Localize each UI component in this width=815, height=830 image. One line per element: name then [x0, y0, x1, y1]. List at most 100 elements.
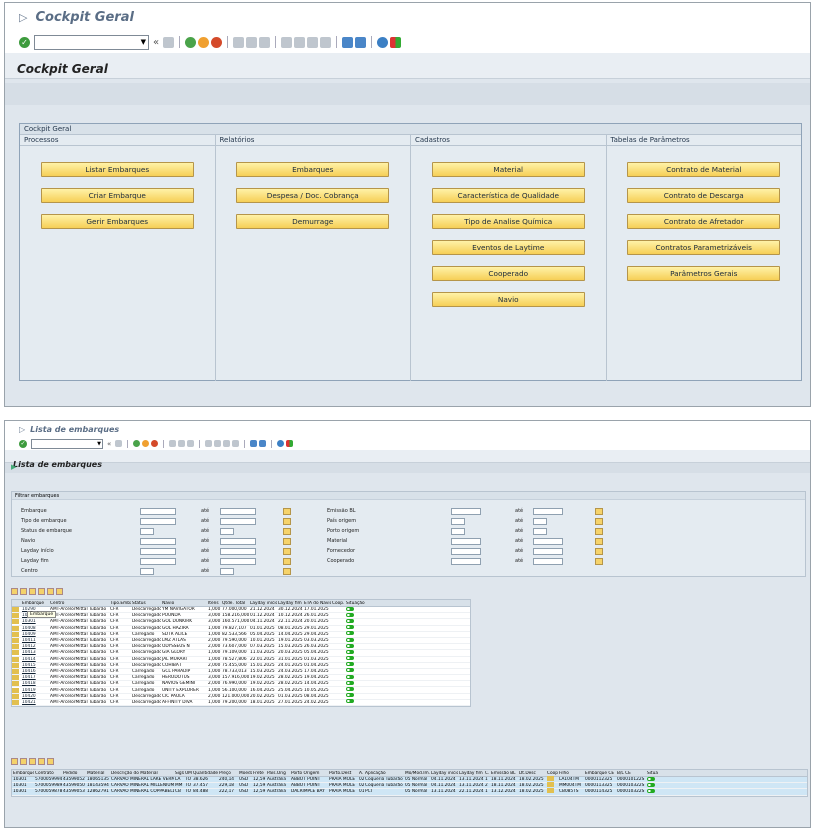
- multiple-selection-icon[interactable]: [595, 518, 603, 525]
- table-cell[interactable]: 10416: [21, 669, 49, 674]
- export-icon[interactable]: [56, 588, 63, 595]
- table-cell[interactable]: 10421: [21, 700, 49, 705]
- table-cell[interactable]: 10414: [21, 657, 49, 662]
- row-select-icon[interactable]: [12, 613, 19, 619]
- column-header[interactable]: Centro: [49, 601, 109, 606]
- filter-to-input[interactable]: [533, 558, 563, 565]
- back-nav-icon[interactable]: [133, 440, 141, 447]
- contratos-parametrizaveis-button[interactable]: Contratos Parametrizáveis: [627, 240, 781, 255]
- enter-icon[interactable]: ✓: [19, 36, 30, 48]
- filter-from-input[interactable]: [140, 568, 154, 575]
- row-select-icon[interactable]: [12, 638, 19, 644]
- filter-from-input[interactable]: [140, 518, 176, 525]
- new-session-icon[interactable]: [250, 440, 258, 447]
- row-select-icon[interactable]: [12, 693, 19, 699]
- last-page-icon[interactable]: [232, 440, 240, 447]
- find-icon[interactable]: [178, 440, 186, 447]
- multiple-selection-icon[interactable]: [595, 508, 603, 515]
- gerir-embarques-button[interactable]: Gerir Embarques: [40, 214, 194, 229]
- table-row[interactable]: 10301 5700059878 43599053 12862791 CARVÃO MI…: [12, 788, 807, 796]
- multiple-selection-icon[interactable]: [595, 528, 603, 535]
- filter-from-input[interactable]: [140, 538, 176, 545]
- last-page-icon[interactable]: [320, 36, 332, 48]
- filter-icon[interactable]: [38, 588, 45, 595]
- filter-to-input[interactable]: [220, 558, 256, 565]
- back-nav-icon[interactable]: [185, 36, 197, 48]
- details-icon[interactable]: [11, 758, 18, 765]
- filter-to-input[interactable]: [220, 528, 234, 535]
- column-header[interactable]: Contrato: [34, 771, 62, 776]
- filter-to-input[interactable]: [220, 568, 234, 575]
- table-cell[interactable]: 10415: [21, 663, 49, 668]
- filter-from-input[interactable]: [140, 528, 154, 535]
- next-page-icon[interactable]: [223, 440, 231, 447]
- row-select-icon[interactable]: [12, 668, 19, 674]
- cooperado-icon[interactable]: [547, 782, 554, 788]
- material-button[interactable]: Material: [431, 162, 585, 177]
- row-select-icon[interactable]: [12, 675, 19, 681]
- shortcut-icon[interactable]: [355, 36, 367, 48]
- column-header[interactable]: Embarque: [21, 601, 49, 606]
- filter-to-input[interactable]: [220, 548, 256, 555]
- table-cell[interactable]: 10409: [21, 632, 49, 637]
- multiple-selection-icon[interactable]: [595, 558, 603, 565]
- prev-page-icon[interactable]: [294, 36, 306, 48]
- command-field[interactable]: ▼: [31, 438, 103, 449]
- column-header[interactable]: Sigla: [174, 771, 184, 776]
- column-header[interactable]: Moeda: [238, 771, 252, 776]
- row-select-icon[interactable]: [12, 619, 19, 625]
- contrato-descarga-button[interactable]: Contrato de Descarga: [627, 188, 781, 203]
- column-header[interactable]: Porto.Dest: [328, 771, 358, 776]
- multiple-selection-icon[interactable]: [595, 538, 603, 545]
- filter-from-input[interactable]: [451, 518, 465, 525]
- column-header[interactable]: Situação: [345, 601, 369, 606]
- column-header[interactable]: Embarque CE: [584, 771, 616, 776]
- filter-to-input[interactable]: [533, 528, 547, 535]
- column-header[interactable]: Coop.: [331, 601, 345, 606]
- tipo-analise-quimica-button[interactable]: Tipo de Analise Química: [431, 214, 585, 229]
- column-header[interactable]: Qtde. Total: [221, 601, 249, 606]
- column-header[interactable]: Itens: [207, 601, 221, 606]
- column-header[interactable]: Navio: [161, 601, 207, 606]
- layout-menu-icon[interactable]: [390, 36, 402, 48]
- window-menu-icon[interactable]: ▷: [19, 425, 25, 434]
- cooperado-button[interactable]: Cooperado: [431, 266, 585, 281]
- embarques-report-button[interactable]: Embarques: [236, 162, 390, 177]
- column-header[interactable]: Tipo.Embar: [109, 601, 131, 606]
- despesa-cobranca-button[interactable]: Despesa / Doc. Cobrança: [236, 188, 390, 203]
- multiple-selection-icon[interactable]: [283, 558, 291, 565]
- sort-desc-icon[interactable]: [29, 758, 36, 765]
- row-select-icon[interactable]: [12, 656, 19, 662]
- window-menu-icon[interactable]: ▷: [19, 11, 27, 24]
- save-icon[interactable]: [163, 36, 175, 48]
- row-select-icon[interactable]: [12, 644, 19, 650]
- column-header[interactable]: Filho: [558, 771, 584, 776]
- find-next-icon[interactable]: [259, 36, 271, 48]
- multiple-selection-icon[interactable]: [283, 568, 291, 575]
- parametros-gerais-button[interactable]: Parâmetros Gerais: [627, 266, 781, 281]
- new-session-icon[interactable]: [342, 36, 354, 48]
- table-row[interactable]: 10421 AMT-ArcelorMittal Tubarão CFR Descarr…: [12, 699, 470, 706]
- filter-to-input[interactable]: [533, 518, 547, 525]
- enter-icon[interactable]: ✓: [19, 439, 27, 448]
- find-next-icon[interactable]: [187, 440, 195, 447]
- multiple-selection-icon[interactable]: [283, 548, 291, 555]
- first-page-icon[interactable]: [205, 440, 213, 447]
- back-icon[interactable]: «: [153, 37, 159, 48]
- filter-icon[interactable]: [38, 758, 45, 765]
- filter-to-input[interactable]: [220, 518, 256, 525]
- shortcut-icon[interactable]: [259, 440, 267, 447]
- column-header[interactable]: Porto Origem: [290, 771, 328, 776]
- navio-button[interactable]: Navio: [431, 292, 585, 307]
- table-cell[interactable]: 10418: [21, 681, 49, 686]
- next-page-icon[interactable]: [307, 36, 319, 48]
- column-header[interactable]: Embarque: [12, 771, 34, 776]
- filter-from-input[interactable]: [451, 548, 481, 555]
- column-header[interactable]: Quantidade: [192, 771, 218, 776]
- multiple-selection-icon[interactable]: [283, 528, 291, 535]
- help-icon[interactable]: [377, 36, 389, 48]
- column-header[interactable]: Layday início: [249, 601, 277, 606]
- row-select-icon[interactable]: [12, 631, 19, 637]
- help-icon[interactable]: [277, 440, 285, 447]
- sum-icon[interactable]: [47, 588, 54, 595]
